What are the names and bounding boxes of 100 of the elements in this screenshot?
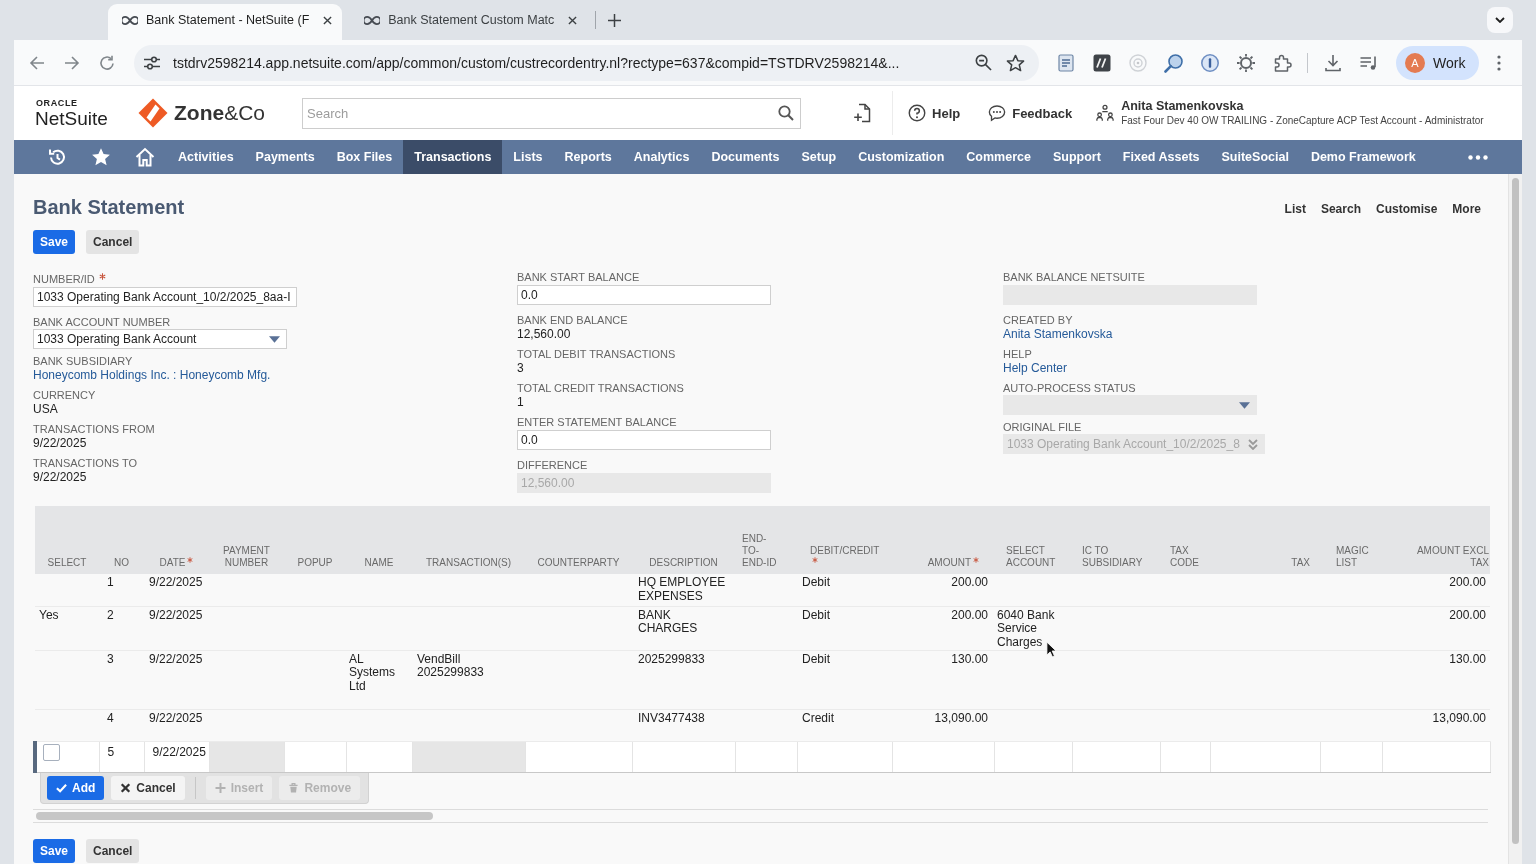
nav-item[interactable]: Lists <box>502 140 554 174</box>
star-icon[interactable] <box>1006 53 1025 72</box>
home-icon[interactable] <box>135 147 155 167</box>
nav-item[interactable]: Reports <box>553 140 623 174</box>
column-header: NO <box>114 557 129 568</box>
close-icon[interactable] <box>568 15 578 25</box>
nav-item[interactable]: Setup <box>790 140 848 174</box>
more-icon[interactable] <box>1468 154 1488 160</box>
table-cell: HQ EMPLOYEE EXPENSES <box>632 574 735 606</box>
input-field[interactable] <box>892 741 994 772</box>
cancel-button[interactable]: Cancel <box>86 838 140 863</box>
table-cell: 9/22/2025 <box>144 741 209 772</box>
caret-icon[interactable] <box>269 335 280 343</box>
field-link[interactable]: Honeycomb Holdings Inc. : Honeycomb Mfg. <box>33 368 271 382</box>
checkbox[interactable] <box>43 743 60 761</box>
cancel-button[interactable]: Cancel <box>111 775 185 800</box>
more-icon[interactable] <box>1497 54 1501 71</box>
scrollbar-thumb[interactable] <box>36 811 433 820</box>
input-field[interactable] <box>1160 741 1210 772</box>
document-plus-icon[interactable] <box>853 103 872 123</box>
table-cell: 2025299833 <box>632 650 735 709</box>
nav-item[interactable]: Commerce <box>955 140 1042 174</box>
nav-item[interactable]: Payments <box>244 140 326 174</box>
close-icon[interactable] <box>323 15 333 25</box>
nav-item[interactable]: Fixed Assets <box>1111 140 1211 174</box>
star-icon[interactable] <box>91 147 111 167</box>
table-cell: 130.00 <box>1382 650 1490 709</box>
table-cell: Debit <box>797 650 892 709</box>
nav-item[interactable]: Box Files <box>325 140 404 174</box>
input-field[interactable] <box>284 741 346 772</box>
input-field[interactable]: 0.0 <box>517 430 771 450</box>
field-value: USA <box>33 402 58 416</box>
ring-icon[interactable] <box>1200 52 1220 73</box>
table-cell: 9/22/2025 <box>144 709 209 741</box>
input-field[interactable] <box>1320 741 1382 772</box>
field-link[interactable]: Help Center <box>1003 361 1068 375</box>
input-field[interactable] <box>346 741 412 772</box>
page-link[interactable]: Customise <box>1375 201 1438 216</box>
input-field[interactable] <box>994 741 1072 772</box>
add-button[interactable]: Add <box>47 775 105 800</box>
page-link[interactable]: List <box>1284 201 1306 216</box>
input-field[interactable] <box>1210 741 1320 772</box>
help-link[interactable]: Help <box>908 104 961 122</box>
nav-item[interactable]: SuiteSocial <box>1210 140 1300 174</box>
gear-icon[interactable] <box>1236 52 1256 73</box>
scrollbar-thumb[interactable] <box>1512 178 1519 844</box>
avatar: A <box>1405 52 1425 73</box>
page-link[interactable]: More <box>1452 201 1481 216</box>
search-icon[interactable] <box>778 104 795 121</box>
forward-arrow-icon[interactable] <box>64 54 80 71</box>
puzzle-icon[interactable] <box>1272 52 1292 73</box>
save-button[interactable]: Save <box>33 230 76 254</box>
check-icon <box>56 782 67 793</box>
field-label: ENTER STATEMENT BALANCE <box>517 415 677 429</box>
tune-icon[interactable] <box>143 54 161 71</box>
nav-item[interactable]: Transactions <box>403 140 503 174</box>
field-label: HELP <box>1003 347 1032 361</box>
address-bar[interactable]: tstdrv2598214.app.netsuite.com/app/common/custom/custrecordentry.nl?rectype=637&compid=TSTDRV2598214&... <box>134 44 1039 81</box>
browser-tab[interactable]: Bank Statement - NetSuite (F <box>108 4 343 40</box>
zoom-out-icon[interactable] <box>975 54 992 71</box>
nav-item[interactable]: Analytics <box>622 140 701 174</box>
download-icon[interactable] <box>1323 52 1343 73</box>
nav-item[interactable]: Activities <box>167 140 245 174</box>
field-label: NUMBER/ID <box>33 272 95 286</box>
history-icon[interactable] <box>47 147 67 167</box>
nav-item[interactable]: Documents <box>700 140 791 174</box>
page-link[interactable]: Search <box>1320 201 1361 216</box>
user-name[interactable]: Anita Stamenkovska <box>1121 99 1244 114</box>
nav-item[interactable]: Customization <box>847 140 956 174</box>
field-link[interactable]: Anita Stamenkovska <box>1003 327 1113 341</box>
profile-button[interactable]: A Work <box>1396 45 1480 80</box>
input-field[interactable] <box>525 741 632 772</box>
magnifier-icon[interactable] <box>1164 52 1184 73</box>
table-cell: 13,090.00 <box>1382 709 1490 741</box>
page-icon[interactable] <box>1056 52 1076 73</box>
input-field[interactable]: 1033 Operating Bank Account_10/2/2025_8aa-I <box>33 287 297 307</box>
input-field[interactable] <box>632 741 735 772</box>
field-label: BANK BALANCE NETSUITE <box>1003 270 1145 284</box>
nav-item[interactable]: Support <box>1041 140 1112 174</box>
input-field[interactable] <box>1072 741 1160 772</box>
field-label: ORIGINAL FILE <box>1003 420 1082 434</box>
plus-icon[interactable] <box>608 13 622 27</box>
table-cell: Debit <box>797 606 892 650</box>
input-field[interactable] <box>735 741 797 772</box>
input-field[interactable] <box>1382 741 1490 772</box>
reload-icon[interactable] <box>99 54 115 71</box>
nav-item[interactable]: Demo Framework <box>1299 140 1427 174</box>
feedback-link[interactable]: Feedback <box>988 104 1073 122</box>
column-header: TAX CODE <box>1170 545 1199 568</box>
save-button[interactable]: Save <box>33 838 76 863</box>
tab-list-button[interactable] <box>1487 7 1513 33</box>
column-header: DEBIT/CREDIT <box>810 545 880 556</box>
tile-icon[interactable] <box>1092 52 1112 73</box>
search-field[interactable]: Search <box>302 97 802 129</box>
dropdown-field[interactable]: 1033 Operating Bank Account <box>33 329 287 349</box>
browser-tab[interactable]: Bank Statement Custom Matc <box>350 4 588 40</box>
back-arrow-icon[interactable] <box>29 54 45 71</box>
input-field[interactable] <box>797 741 892 772</box>
cancel-button[interactable]: Cancel <box>86 230 140 254</box>
input-field[interactable]: 0.0 <box>517 285 771 305</box>
